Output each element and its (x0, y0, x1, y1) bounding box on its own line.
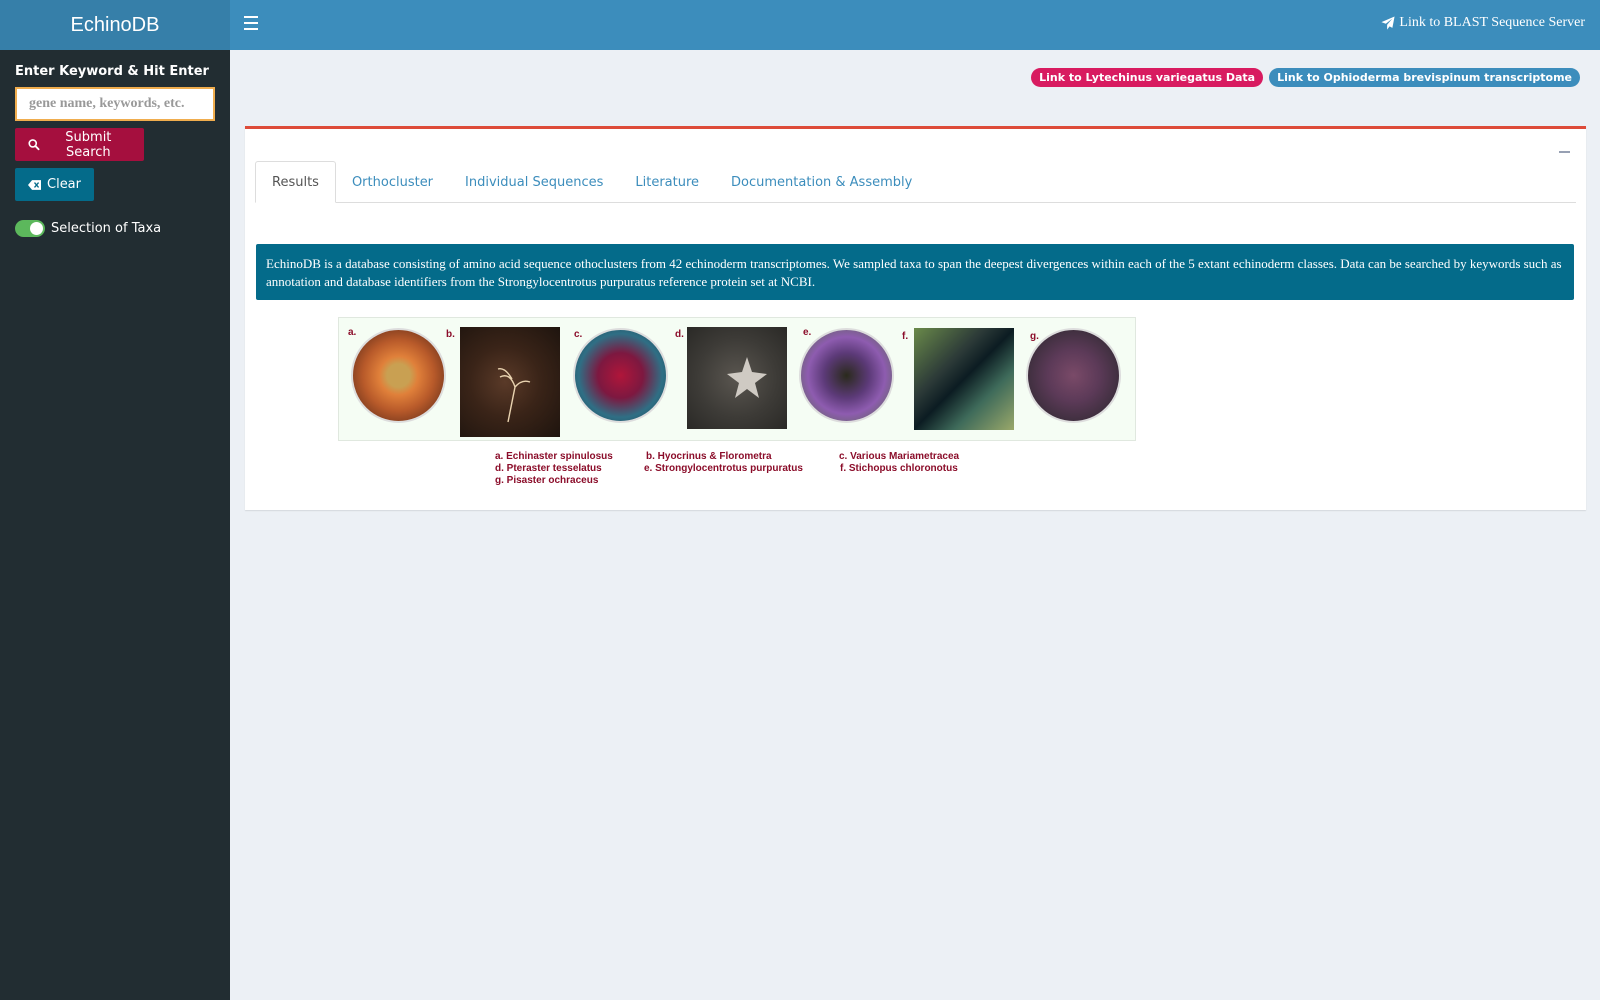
keyword-label: Enter Keyword & Hit Enter (15, 64, 209, 79)
info-alert: EchinoDB is a database consisting of ami… (256, 244, 1574, 300)
results-box: Results Orthocluster Individual Sequence… (245, 126, 1586, 510)
echinoderm-figure: a. b. c. d. e. f. g. (338, 317, 1136, 441)
caption-d: d. Pteraster tesselatus (495, 463, 602, 474)
caption-g: g. Pisaster ochraceus (495, 475, 599, 486)
top-navbar: Link to BLAST Sequence Server (230, 0, 1600, 50)
paper-plane-icon (1381, 16, 1395, 30)
panel-letter-g: g. (1030, 331, 1039, 342)
collapse-minus-icon[interactable] (1559, 151, 1570, 153)
menu-toggle-icon[interactable] (244, 16, 258, 30)
blast-link-label: Link to BLAST Sequence Server (1399, 15, 1585, 30)
tab-results[interactable]: Results (255, 161, 336, 203)
panel-letter-b: b. (446, 329, 455, 340)
search-input[interactable] (15, 87, 215, 121)
panel-letter-c: c. (574, 329, 583, 340)
search-icon (28, 139, 40, 151)
photo-stichopus (914, 328, 1014, 430)
panel-letter-d: d. (675, 329, 684, 340)
blast-server-link[interactable]: Link to BLAST Sequence Server (1381, 15, 1585, 31)
ophioderma-transcriptome-link[interactable]: Link to Ophioderma brevispinum transcrip… (1269, 68, 1580, 87)
submit-search-button[interactable]: Submit Search (15, 128, 144, 161)
tab-individual-sequences[interactable]: Individual Sequences (449, 161, 619, 203)
caption-c: c. Various Mariametracea (839, 451, 960, 462)
caption-e: e. Strongylocentrotus purpuratus (644, 463, 803, 474)
photo-echinaster (351, 328, 446, 423)
submit-search-label: Submit Search (65, 129, 112, 160)
backspace-icon (28, 179, 41, 190)
external-links: Link to Lytechinus variegatus Data Link … (1031, 68, 1580, 87)
lytechinus-data-link[interactable]: Link to Lytechinus variegatus Data (1031, 68, 1264, 87)
caption-b: b. Hyocrinus & Florometra (646, 451, 772, 462)
photo-strongylocentrotus (799, 328, 894, 423)
panel-letter-f: f. (902, 331, 909, 342)
tab-literature[interactable]: Literature (619, 161, 715, 203)
photo-pisaster (1026, 328, 1121, 423)
photo-mariametracea (573, 328, 668, 423)
brand-logo[interactable]: EchinoDB (0, 0, 230, 50)
photo-hyocrinus (460, 327, 560, 437)
caption-a: a. Echinaster spinulosus (495, 451, 613, 462)
panel-letter-a: a. (348, 327, 357, 338)
results-tabs: Results Orthocluster Individual Sequence… (255, 161, 1576, 203)
taxa-toggle-label: Selection of Taxa (51, 221, 162, 236)
clear-label: Clear (47, 177, 81, 192)
photo-pteraster (687, 327, 787, 429)
clear-button[interactable]: Clear (15, 168, 94, 201)
caption-f: f. Stichopus chloronotus (840, 463, 958, 474)
taxa-toggle-row: Selection of Taxa (15, 220, 161, 237)
taxa-toggle-switch[interactable] (15, 220, 45, 237)
tab-orthocluster[interactable]: Orthocluster (336, 161, 449, 203)
sidebar: EchinoDB Enter Keyword & Hit Enter Submi… (0, 0, 230, 1000)
tab-documentation-assembly[interactable]: Documentation & Assembly (715, 161, 928, 203)
panel-letter-e: e. (803, 327, 812, 338)
